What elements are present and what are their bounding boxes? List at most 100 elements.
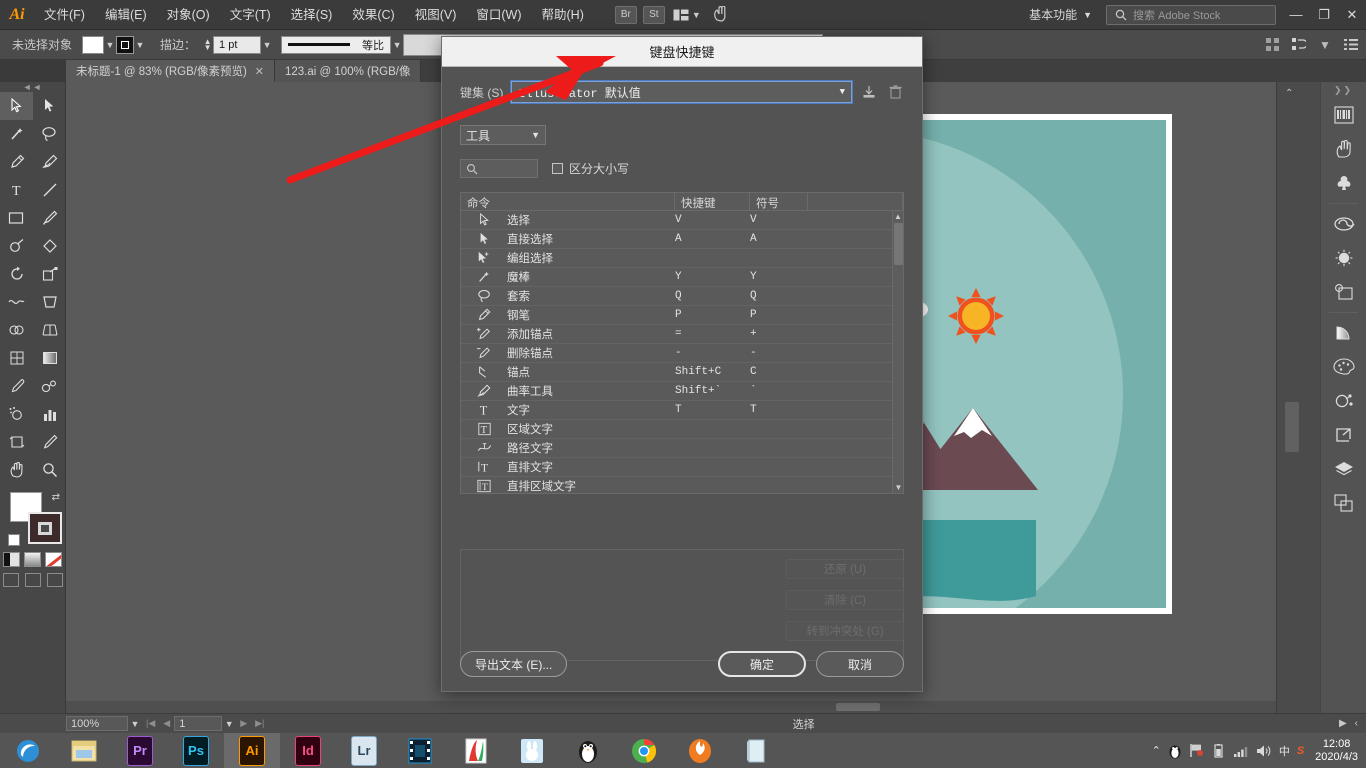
menu-file[interactable]: 文件(F) (34, 0, 95, 30)
taskbar-note-app[interactable] (728, 733, 784, 768)
stroke-chevron-down-icon[interactable]: ▼ (134, 40, 146, 50)
table-row[interactable]: T 区域文字 (461, 420, 903, 439)
tool-blend[interactable] (33, 372, 66, 400)
menu-view[interactable]: 视图(V) (405, 0, 467, 30)
case-sensitive-checkbox-row[interactable]: 区分大小写 (552, 160, 629, 177)
cc-libraries-panel-icon[interactable] (1321, 207, 1366, 241)
taskbar-clock[interactable]: 12:08 2020/4/3 (1311, 738, 1358, 764)
artboard-number-field[interactable]: 1 (174, 716, 222, 731)
gradient-panel-icon[interactable] (1321, 316, 1366, 350)
cancel-button[interactable]: 取消 (816, 651, 904, 677)
table-row[interactable]: T 文字 T T (461, 401, 903, 420)
table-vertical-scrollbar[interactable]: ▲ ▼ (892, 211, 903, 493)
tool-lasso[interactable] (33, 120, 66, 148)
goto-conflict-button[interactable]: 转到冲突处 (G) (786, 621, 904, 641)
tray-flag-icon[interactable] (1189, 743, 1204, 758)
color-panel-icon[interactable] (1321, 350, 1366, 384)
table-row[interactable]: 添加锚点 = + (461, 325, 903, 344)
case-sensitive-checkbox[interactable] (552, 163, 563, 174)
table-row[interactable]: 选择 V V (461, 211, 903, 230)
undo-button[interactable]: 还原 (U) (786, 559, 904, 579)
table-row[interactable]: 路径文字 (461, 439, 903, 458)
stroke-profile-select[interactable]: 等比 (281, 36, 391, 54)
table-scroll-thumb[interactable] (894, 223, 903, 265)
close-button[interactable]: ✕ (1338, 0, 1366, 30)
menu-select[interactable]: 选择(S) (281, 0, 343, 30)
none-mode-icon[interactable] (45, 552, 62, 567)
tools-panel-grip[interactable]: ◄◄ (0, 82, 65, 92)
adobe-stock-search[interactable]: 搜索 Adobe Stock (1106, 5, 1276, 25)
tray-network-icon[interactable] (1233, 744, 1249, 758)
menu-object[interactable]: 对象(O) (157, 0, 220, 30)
stroke-swatch[interactable] (28, 512, 62, 544)
tray-input-method-icon[interactable]: 中 (1279, 743, 1290, 759)
tool-perspective-grid[interactable] (33, 316, 66, 344)
tool-zoom[interactable] (33, 456, 66, 484)
shortcuts-table-body[interactable]: 选择 V V 直接选择 A A 编组选择 (461, 211, 903, 493)
align-panel-icon[interactable] (1262, 35, 1284, 55)
menu-type[interactable]: 文字(T) (220, 0, 281, 30)
collapse-panels-icon[interactable]: ⌃ (1285, 88, 1293, 99)
stroke-profile-chevron-down-icon[interactable]: ▼ (391, 40, 403, 50)
layers-panel-icon[interactable] (1321, 452, 1366, 486)
table-row[interactable]: 曲率工具 Shift+` ` (461, 382, 903, 401)
taskbar-edge[interactable] (0, 733, 56, 768)
artboards-panel-icon[interactable] (1321, 486, 1366, 520)
restore-button[interactable]: ❐ (1310, 0, 1338, 30)
tool-selection[interactable] (0, 92, 33, 120)
color-guide-panel-icon[interactable] (1321, 384, 1366, 418)
tool-shaper[interactable] (0, 232, 33, 260)
panel-options-icon[interactable] (1340, 35, 1362, 55)
menu-edit[interactable]: 编辑(E) (95, 0, 157, 30)
fill-color-swatch[interactable] (82, 36, 104, 54)
table-row[interactable]: 魔棒 Y Y (461, 268, 903, 287)
tool-symbol-sprayer[interactable] (0, 400, 33, 428)
tool-column-graph[interactable] (33, 400, 66, 428)
tool-line-segment[interactable] (33, 176, 66, 204)
tool-hand[interactable] (0, 456, 33, 484)
color-mode-icon[interactable] (3, 552, 20, 567)
tray-expand-icon[interactable]: ⌃ (1152, 744, 1161, 757)
taskbar-lightroom[interactable]: Lr (336, 733, 392, 768)
clear-button[interactable]: 清除 (C) (786, 590, 904, 610)
tool-curvature[interactable] (33, 148, 66, 176)
libraries-panel-icon[interactable] (1321, 132, 1366, 166)
stock-icon[interactable]: St (643, 6, 665, 24)
horizontal-scroll-thumb[interactable] (836, 703, 880, 711)
tool-eraser[interactable] (33, 232, 66, 260)
tool-magic-wand[interactable] (0, 120, 33, 148)
properties-panel-icon[interactable] (1321, 98, 1366, 132)
artboard-chevron-down-icon[interactable]: ▼ (222, 719, 236, 729)
status-back-icon[interactable]: ‹ (1355, 718, 1358, 729)
tool-pen[interactable] (0, 148, 33, 176)
stroke-weight-chevron-down-icon[interactable]: ▼ (261, 40, 273, 50)
taskbar-wps[interactable] (448, 733, 504, 768)
tool-type[interactable]: T (0, 176, 33, 204)
menu-help[interactable]: 帮助(H) (532, 0, 594, 30)
gradient-mode-icon[interactable] (24, 552, 41, 567)
tool-artboard[interactable] (0, 428, 33, 456)
ok-button[interactable]: 确定 (718, 651, 806, 677)
tool-scale[interactable] (33, 260, 66, 288)
export-panel-icon[interactable] (1321, 418, 1366, 452)
search-input[interactable] (460, 159, 538, 178)
screen-mode-icon[interactable] (47, 573, 63, 587)
table-row[interactable]: 直接选择 A A (461, 230, 903, 249)
artboard-nav-prev[interactable]: ◀ (159, 718, 174, 729)
tool-direct-selection[interactable] (33, 92, 66, 120)
taskbar-file-explorer[interactable] (56, 733, 112, 768)
taskbar-chrome[interactable] (616, 733, 672, 768)
canvas-vertical-scroll-thumb[interactable] (1285, 402, 1299, 452)
tool-width[interactable] (0, 288, 33, 316)
tray-volume-icon[interactable] (1256, 744, 1272, 758)
artboard-nav-last[interactable]: ▶| (251, 718, 268, 729)
tool-mesh[interactable] (0, 344, 33, 372)
menu-window[interactable]: 窗口(W) (466, 0, 531, 30)
tool-paintbrush[interactable] (33, 204, 66, 232)
keyset-select[interactable]: Illustrator 默认值 ▼ (511, 81, 852, 103)
stroke-weight-field[interactable]: 1 pt (213, 36, 261, 54)
brushes-panel-icon[interactable] (1321, 166, 1366, 200)
swap-fill-stroke-icon[interactable]: ⇄ (52, 492, 60, 503)
taskbar-indesign[interactable]: Id (280, 733, 336, 768)
horizontal-scrollbar[interactable] (66, 701, 1276, 713)
